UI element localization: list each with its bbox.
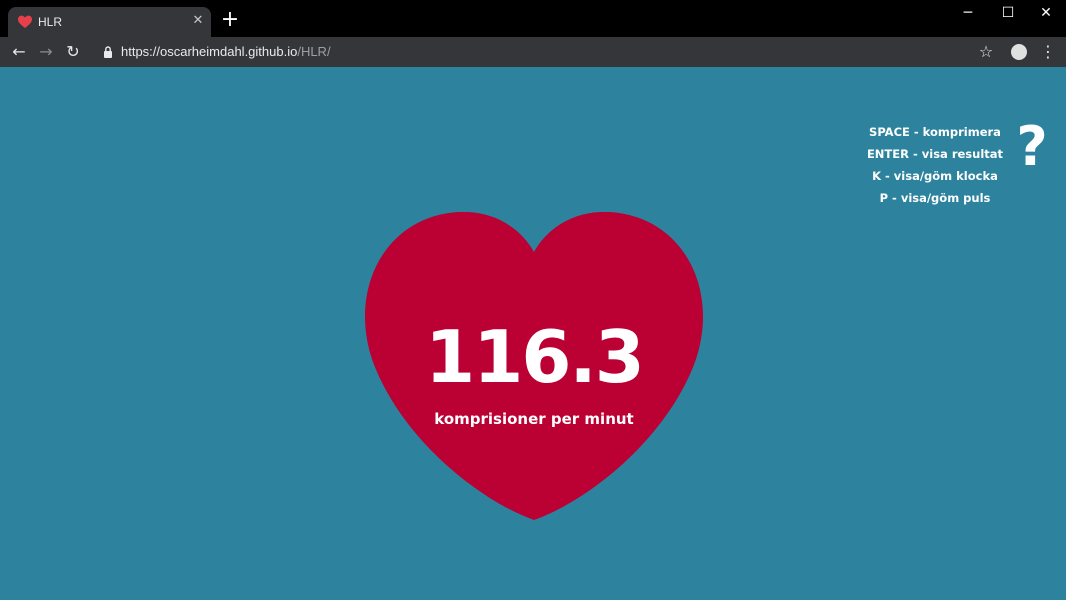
tab-close-icon[interactable]: ✕ xyxy=(190,13,206,29)
compressions-value: 116.3 xyxy=(425,315,645,399)
maximize-icon[interactable]: ☐ xyxy=(988,0,1028,28)
forward-arrow-icon[interactable]: → xyxy=(35,41,57,63)
shortcut-space: SPACE - komprimera xyxy=(869,125,1001,139)
url-path: /HLR/ xyxy=(297,44,331,59)
page-content: 116.3 komprisioner per minut SPACE - kom… xyxy=(0,67,1066,600)
close-window-icon[interactable]: ✕ xyxy=(1026,0,1066,28)
shortcut-p: P - visa/göm puls xyxy=(879,191,991,205)
compressions-unit-label: komprisioner per minut xyxy=(434,410,634,428)
browser-titlebar: HLR ✕ + ─ ☐ ✕ xyxy=(0,0,1066,37)
profile-avatar[interactable] xyxy=(1011,44,1027,60)
shortcuts-help: SPACE - komprimera ENTER - visa resultat… xyxy=(860,121,1010,209)
reload-icon[interactable]: ↻ xyxy=(62,41,84,63)
shortcut-enter: ENTER - visa resultat xyxy=(866,147,1004,161)
tab-title: HLR xyxy=(38,15,63,29)
heart-favicon-icon xyxy=(18,15,32,28)
shortcut-k: K - visa/göm klocka xyxy=(872,169,998,183)
browser-toolbar: ← → ↻ https://oscarheimdahl.github.io/HL… xyxy=(0,37,1066,67)
minimize-icon[interactable]: ─ xyxy=(948,0,988,28)
lock-icon[interactable] xyxy=(103,45,113,59)
browser-menu-icon[interactable]: ⋮ xyxy=(1040,41,1056,63)
url-host: https://oscarheimdahl.github.io xyxy=(121,44,298,59)
bookmark-star-icon[interactable]: ☆ xyxy=(976,41,996,63)
address-bar[interactable]: https://oscarheimdahl.github.io/HLR/ xyxy=(121,44,331,60)
new-tab-icon[interactable]: + xyxy=(220,9,240,31)
help-question-icon[interactable]: ? xyxy=(1012,117,1052,177)
browser-tab[interactable]: HLR ✕ xyxy=(8,7,211,37)
back-arrow-icon[interactable]: ← xyxy=(8,41,30,63)
